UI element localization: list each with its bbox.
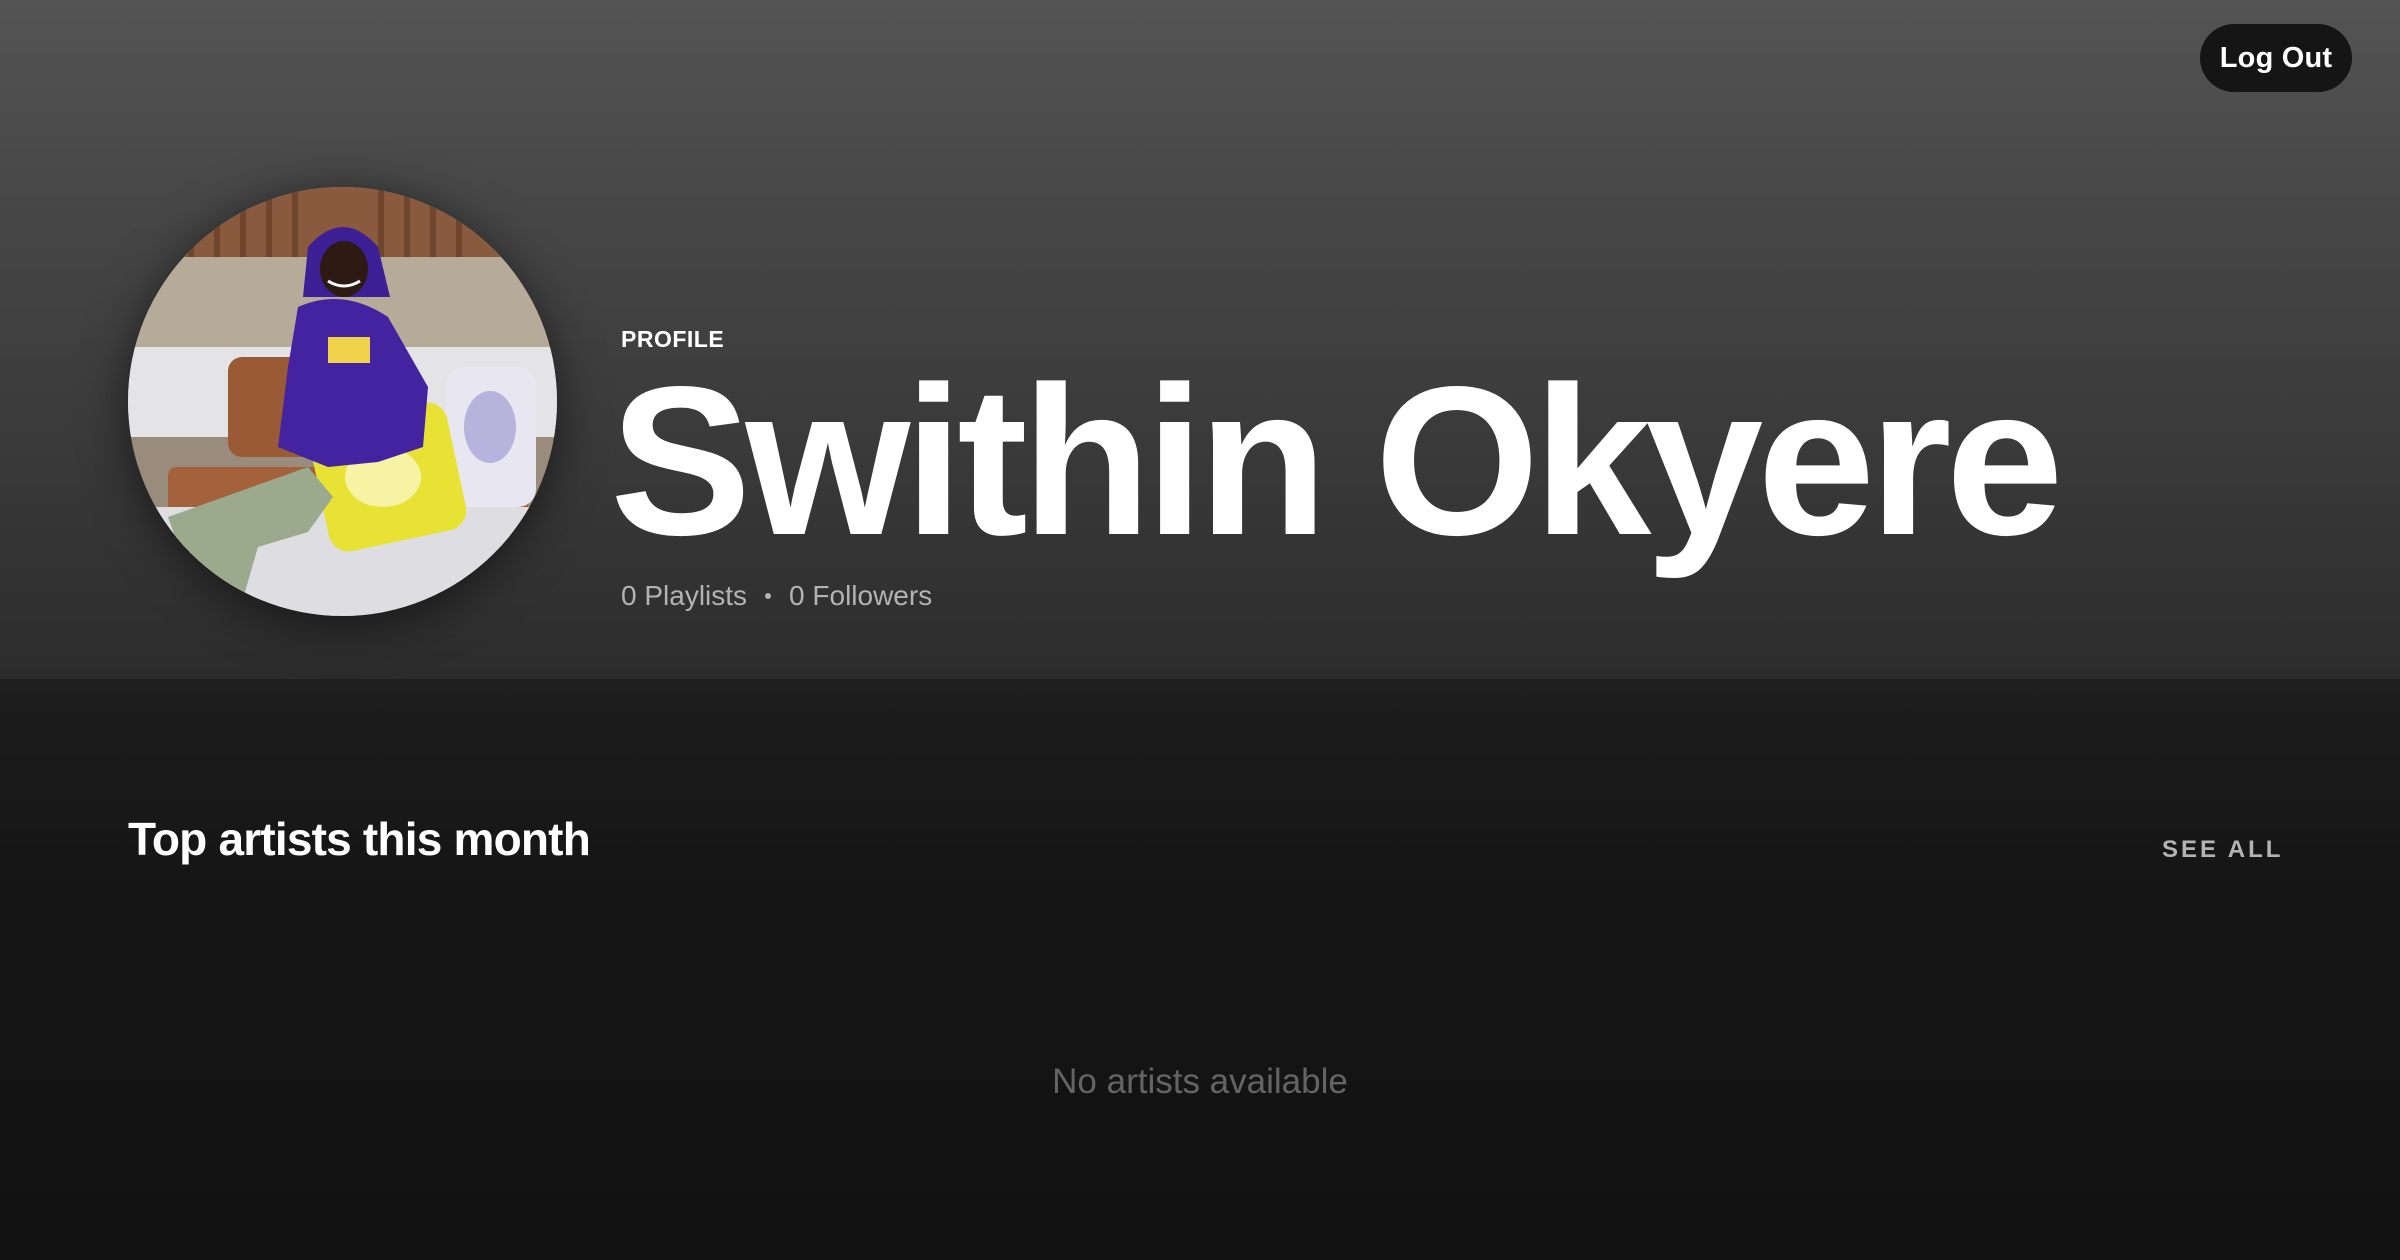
page-title: Swithin Okyere	[610, 342, 2064, 579]
content-section	[0, 679, 2400, 1260]
avatar-photo	[128, 187, 557, 616]
profile-stats: 0 Playlists 0 Followers	[621, 580, 932, 612]
playlists-count[interactable]: 0 Playlists	[621, 580, 747, 612]
section-title: Top artists this month	[128, 813, 591, 865]
see-all-link[interactable]: SEE ALL	[2162, 836, 2283, 864]
separator-dot-icon	[765, 593, 772, 599]
empty-state-message: No artists available	[1052, 1062, 1348, 1101]
followers-count[interactable]: 0 Followers	[789, 580, 932, 612]
logout-button[interactable]: Log Out	[2200, 24, 2352, 92]
avatar	[128, 187, 557, 616]
profile-page: Log Out PROFILE Swithin Okyere 0 Playlis…	[0, 0, 2400, 1260]
